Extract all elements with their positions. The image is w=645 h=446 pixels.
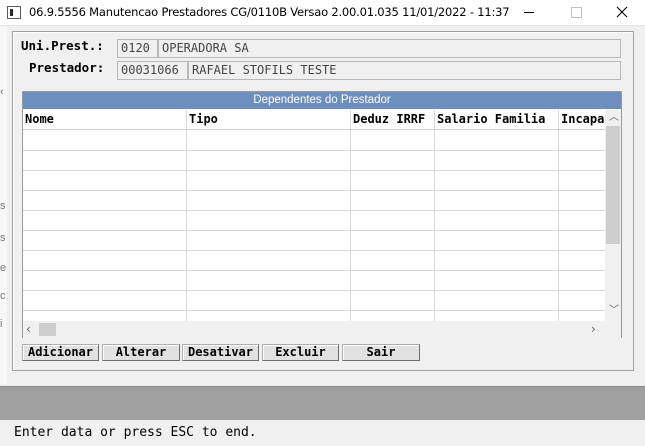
deactivate-button[interactable]: Desativar [182, 344, 259, 361]
exit-button[interactable]: Sair [342, 344, 420, 361]
horizontal-scrollbar[interactable]: ‹ › [23, 321, 605, 338]
row-divider [23, 270, 605, 271]
row-divider [23, 250, 605, 251]
title-bar: 06.9.5556 Manutencao Prestadores CG/0110… [0, 0, 645, 26]
edge-glyph: s [0, 200, 6, 212]
row-divider [23, 230, 605, 231]
edge-glyph: i [0, 318, 3, 330]
prestador-name-field[interactable]: RAFAEL STOFILS TESTE [188, 61, 621, 80]
delete-button[interactable]: Excluir [262, 344, 339, 361]
vertical-scrollbar[interactable]: ︿ ﹀ [605, 110, 621, 321]
minimize-button[interactable] [507, 0, 553, 26]
dependents-grid[interactable]: Dependentes do Prestador Nome Tipo Deduz… [22, 91, 622, 338]
row-divider [23, 310, 605, 311]
row-divider [23, 150, 605, 151]
background-band [0, 386, 645, 420]
column-header-deduz-irrf[interactable]: Deduz IRRF [353, 112, 435, 126]
edge-glyph: ‹ [0, 86, 4, 98]
close-icon [616, 6, 628, 18]
edge-glyph: s [0, 232, 6, 244]
close-button[interactable] [599, 0, 645, 26]
column-divider [350, 110, 351, 321]
edge-glyph: e [0, 262, 7, 274]
status-bar: Enter data or press ESC to end. [0, 420, 645, 446]
uni-prest-name-field[interactable]: OPERADORA SA [158, 39, 621, 58]
row-divider [23, 170, 605, 171]
edge-glyph: c [0, 290, 6, 302]
add-button[interactable]: Adicionar [22, 344, 99, 361]
row-divider [23, 290, 605, 291]
window-title: 06.9.5556 Manutencao Prestadores CG/0110… [29, 5, 510, 19]
maximize-button[interactable] [553, 0, 599, 26]
scroll-corner [605, 321, 621, 338]
grid-header: Nome Tipo Deduz IRRF Salario Familia Inc… [23, 110, 605, 130]
chevron-right-icon[interactable]: › [591, 323, 596, 335]
column-divider [434, 110, 435, 321]
prestador-label: Prestador: [29, 60, 105, 75]
background-window-edge: ‹ s s e c i [0, 26, 7, 384]
column-header-nome[interactable]: Nome [25, 112, 185, 126]
row-divider [23, 190, 605, 191]
uni-prest-code-field[interactable]: 0120 [117, 39, 158, 58]
column-header-salario-familia[interactable]: Salario Familia [437, 112, 559, 126]
prestador-code-field[interactable]: 00031066 [117, 61, 188, 80]
column-divider [558, 110, 559, 321]
chevron-down-icon[interactable]: ﹀ [609, 306, 619, 316]
grid-body[interactable] [23, 131, 605, 321]
status-message: Enter data or press ESC to end. [14, 425, 257, 440]
grid-caption: Dependentes do Prestador [23, 92, 621, 109]
horizontal-scroll-thumb[interactable] [39, 323, 56, 336]
chevron-left-icon[interactable]: ‹ [26, 323, 31, 335]
edit-button[interactable]: Alterar [102, 344, 180, 361]
vertical-scroll-thumb[interactable] [606, 126, 620, 244]
column-header-tipo[interactable]: Tipo [189, 112, 349, 126]
chevron-up-icon[interactable]: ︿ [609, 113, 619, 123]
row-divider [23, 210, 605, 211]
app-window-icon[interactable] [7, 6, 21, 19]
uni-prest-label: Uni.Prest.: [21, 38, 104, 53]
column-header-incapaz[interactable]: Incapaz [561, 112, 605, 126]
column-divider [186, 110, 187, 321]
